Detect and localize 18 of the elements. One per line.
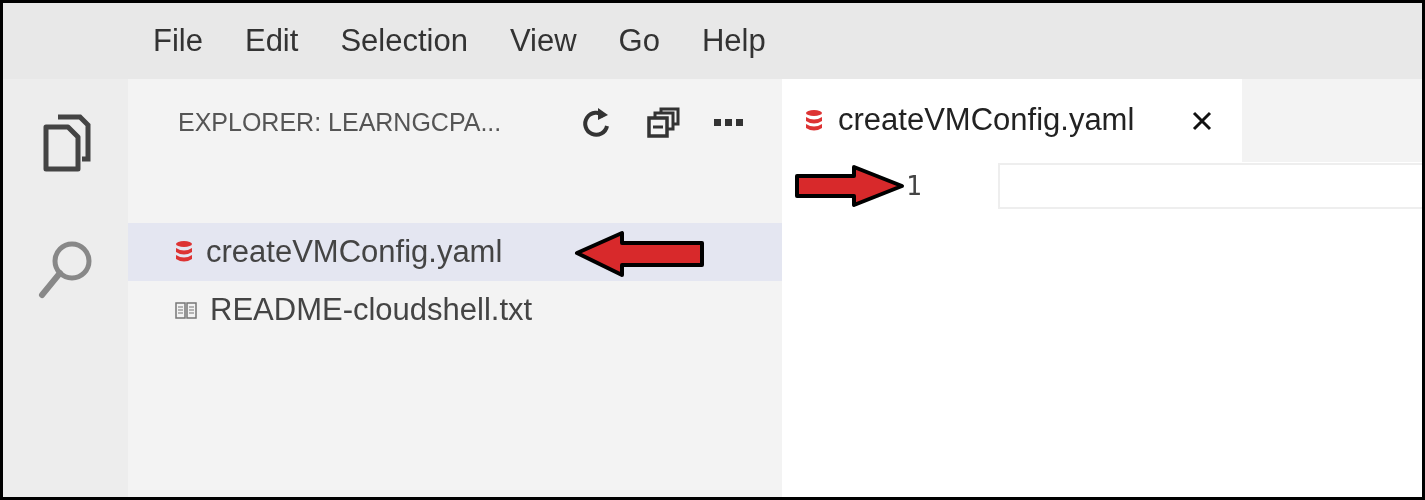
editor-tab[interactable]: createVMConfig.yaml <box>782 79 1242 162</box>
menu-item[interactable]: Go <box>618 17 660 65</box>
more-icon[interactable] <box>714 119 744 127</box>
refresh-icon[interactable] <box>580 106 612 140</box>
book-icon <box>174 300 198 320</box>
database-icon <box>174 240 194 264</box>
menu-item[interactable]: Help <box>701 17 766 65</box>
menu-item[interactable]: View <box>509 17 577 65</box>
line-number: 1 <box>906 169 923 203</box>
database-icon <box>804 108 824 133</box>
collapse-icon[interactable] <box>646 107 680 139</box>
menu-item[interactable]: File <box>153 17 203 65</box>
explorer-entry[interactable]: createVMConfig.yaml <box>128 223 782 281</box>
explorer-title: EXPLORER: LEARNGCPA... <box>178 107 502 139</box>
explorer-entry[interactable]: README-cloudshell.txt <box>128 281 782 339</box>
menu-item[interactable]: Selection <box>340 17 468 65</box>
menu-item[interactable]: Edit <box>244 17 299 65</box>
close-icon[interactable] <box>1192 110 1212 131</box>
